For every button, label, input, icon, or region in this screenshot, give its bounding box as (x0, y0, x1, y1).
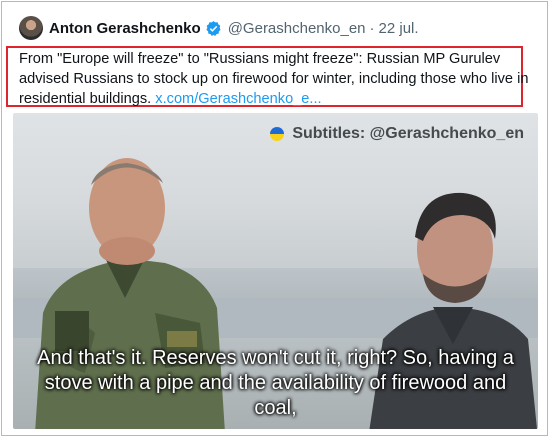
tweet-text: From "Europe will freeze" to "Russians m… (19, 49, 529, 109)
author-handle[interactable]: @Gerashchenko_en (228, 20, 366, 37)
separator: · (369, 19, 375, 37)
tweet-header: Anton Gerashchenko @Gerashchenko_en · 22… (19, 15, 419, 41)
caption-line: And that's it. Reserves won't cut it, ri… (37, 347, 514, 369)
subtitle-watermark: Subtitles: @Gerashchenko_en (270, 125, 524, 143)
caption-line: stove with a pipe and the availability o… (44, 372, 507, 394)
avatar[interactable] (19, 16, 43, 40)
watermark-text: Subtitles: @Gerashchenko_en (292, 125, 524, 142)
tweet-date[interactable]: 22 jul. (379, 20, 419, 37)
author-name[interactable]: Anton Gerashchenko (49, 20, 201, 37)
tweet-link[interactable]: x.com/Gerashchenko_e... (155, 91, 321, 107)
video-player[interactable]: Subtitles: @Gerashchenko_en And that's i… (13, 113, 538, 429)
verified-badge-icon (206, 20, 221, 36)
ukraine-flag-icon (270, 127, 285, 141)
video-caption: And that's it. Reserves won't cut it, ri… (13, 346, 538, 421)
caption-line: coal, (254, 397, 297, 419)
